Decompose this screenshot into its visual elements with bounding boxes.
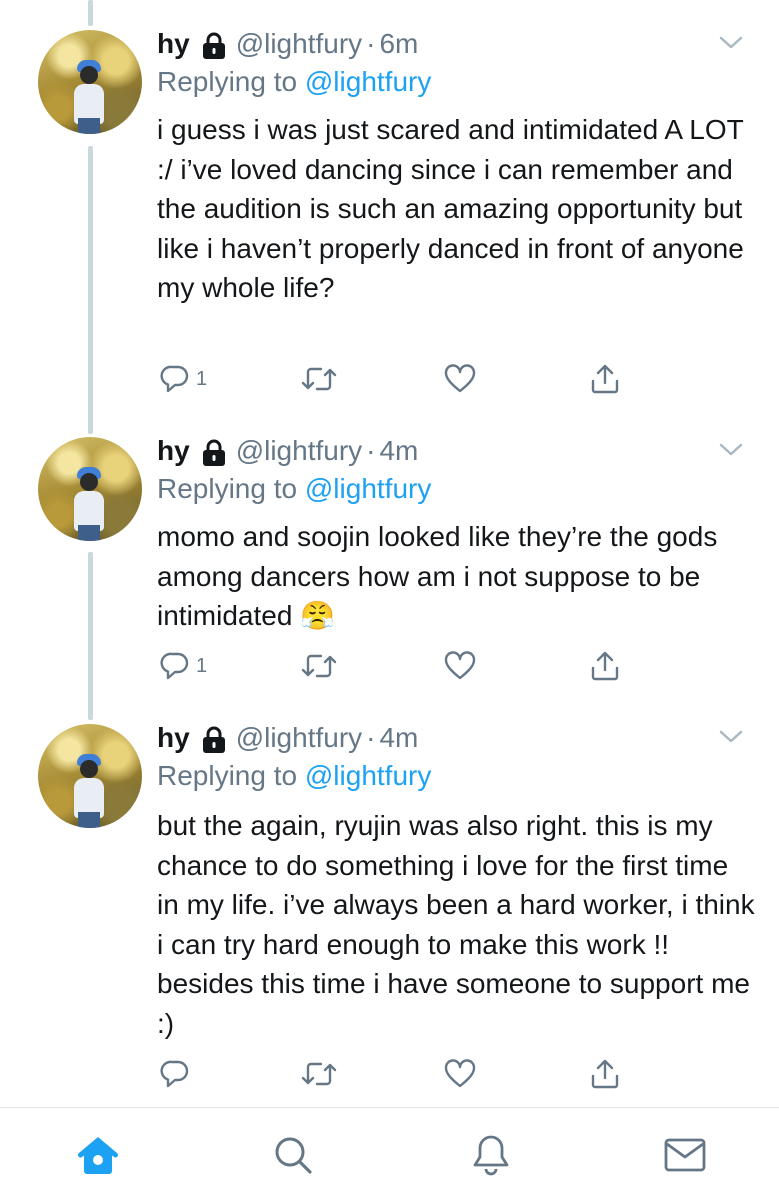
retweet-button[interactable] xyxy=(301,648,337,684)
tab-messages[interactable] xyxy=(660,1130,710,1180)
timestamp[interactable]: 4m xyxy=(379,435,418,467)
mention-link[interactable]: @lightfury xyxy=(305,473,431,504)
lock-icon xyxy=(202,726,225,753)
share-icon xyxy=(591,364,619,394)
lock-icon xyxy=(202,439,225,466)
share-icon xyxy=(591,651,619,681)
avatar[interactable] xyxy=(38,30,142,134)
reply-button[interactable]: 1 xyxy=(160,648,207,684)
display-name[interactable]: hy xyxy=(157,28,190,60)
reply-count: 1 xyxy=(196,654,208,677)
mention-link[interactable]: @lightfury xyxy=(305,760,431,791)
share-button[interactable] xyxy=(590,1056,620,1092)
reply-icon xyxy=(160,365,189,393)
replying-prefix: Replying to xyxy=(157,66,305,97)
share-button[interactable] xyxy=(590,648,620,684)
tweet-text: i guess i was just scared and intimidate… xyxy=(157,114,744,304)
like-button[interactable] xyxy=(444,1056,476,1092)
retweet-icon xyxy=(301,1062,337,1086)
share-button[interactable] xyxy=(590,361,620,397)
retweet-button[interactable] xyxy=(301,361,337,397)
chevron-down-icon[interactable] xyxy=(718,441,744,459)
chevron-down-icon[interactable] xyxy=(718,34,744,52)
like-button[interactable] xyxy=(444,648,476,684)
tweet-actions xyxy=(157,1056,637,1092)
share-icon xyxy=(591,1059,619,1089)
chevron-down-icon[interactable] xyxy=(718,728,744,746)
reply-button[interactable]: 1 xyxy=(160,361,207,397)
thread-line xyxy=(88,0,93,26)
tab-bar xyxy=(0,1107,779,1200)
heart-icon xyxy=(444,1059,476,1088)
tweet-header: hy @lightfury · 6m xyxy=(157,27,418,61)
replying-to: Replying to @lightfury xyxy=(157,760,431,792)
replying-to: Replying to @lightfury xyxy=(157,473,431,505)
search-icon xyxy=(275,1137,312,1174)
thread-line xyxy=(88,146,93,434)
like-button[interactable] xyxy=(444,361,476,397)
timestamp[interactable]: 6m xyxy=(379,28,418,60)
tweet-text: but the again, ryujin was also right. th… xyxy=(157,810,755,1039)
reply-icon xyxy=(160,652,189,680)
tab-notifications[interactable] xyxy=(466,1130,516,1180)
lock-icon xyxy=(202,32,225,59)
handle[interactable]: @lightfury xyxy=(236,435,362,467)
display-name[interactable]: hy xyxy=(157,722,190,754)
timestamp[interactable]: 4m xyxy=(379,722,418,754)
heart-icon xyxy=(444,364,476,393)
replying-prefix: Replying to xyxy=(157,473,305,504)
separator: · xyxy=(366,435,376,466)
heart-icon xyxy=(444,651,476,680)
thread-line xyxy=(88,552,93,720)
display-name[interactable]: hy xyxy=(157,435,190,467)
tweet-text: momo and soojin looked like they’re the … xyxy=(157,521,718,632)
tab-home[interactable] xyxy=(73,1130,123,1180)
handle[interactable]: @lightfury xyxy=(236,28,362,60)
separator: · xyxy=(366,722,376,753)
retweet-button[interactable] xyxy=(301,1056,337,1092)
notifications-icon xyxy=(473,1135,509,1176)
reply-icon xyxy=(160,1060,189,1088)
replying-prefix: Replying to xyxy=(157,760,305,791)
reply-button[interactable] xyxy=(160,1056,190,1092)
avatar[interactable] xyxy=(38,724,142,828)
handle[interactable]: @lightfury xyxy=(236,722,362,754)
separator: · xyxy=(366,28,376,59)
home-icon xyxy=(78,1137,118,1174)
tweet-actions: 1 xyxy=(157,361,637,397)
avatar[interactable] xyxy=(38,437,142,541)
tweet-header: hy @lightfury · 4m xyxy=(157,721,418,755)
messages-icon xyxy=(664,1138,706,1172)
retweet-icon xyxy=(301,367,337,391)
mention-link[interactable]: @lightfury xyxy=(305,66,431,97)
tweet-actions: 1 xyxy=(157,648,637,684)
tab-search[interactable] xyxy=(268,1130,318,1180)
retweet-icon xyxy=(301,654,337,678)
replying-to: Replying to @lightfury xyxy=(157,66,431,98)
tweet-header: hy @lightfury · 4m xyxy=(157,434,418,468)
reply-count: 1 xyxy=(196,367,208,390)
